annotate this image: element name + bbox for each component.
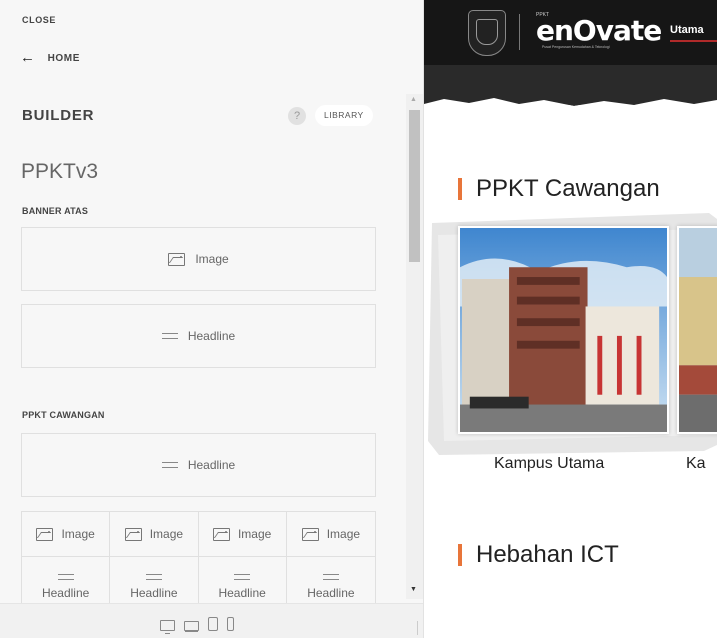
image-icon [212, 527, 230, 541]
grid-headline-block[interactable]: Headline [110, 556, 199, 604]
block-label: Headline [187, 458, 236, 472]
scroll-down-icon[interactable]: ▼ [410, 586, 417, 593]
scrollbar-thumb[interactable] [409, 110, 420, 262]
home-link[interactable]: ← HOME [20, 49, 81, 66]
library-button[interactable]: LIBRARY [315, 105, 373, 126]
grid-image-block[interactable]: Image [286, 512, 375, 556]
tablet-icon[interactable] [208, 617, 218, 631]
block-label: Image [237, 527, 272, 541]
block-label: Headline [218, 585, 266, 600]
caption-second-campus: Ka [686, 455, 706, 472]
headline-icon [57, 573, 74, 580]
section-title-text: PPKT Cawangan [476, 175, 660, 202]
block-label: Image [326, 527, 361, 541]
title-accent-bar [458, 178, 462, 200]
torn-edge [424, 92, 717, 112]
builder-panel: CLOSE ← HOME BUILDER ? LIBRARY PPKTv3 BA… [0, 0, 424, 638]
campus-photo-kampus-utama[interactable] [458, 226, 669, 434]
scroll-up-icon[interactable]: ▲ [410, 96, 417, 103]
page-name: PPKTv3 [21, 160, 99, 183]
title-accent-bar [458, 544, 462, 566]
nav-item-utama[interactable]: Utama [670, 24, 704, 36]
home-label: HOME [47, 52, 81, 64]
block-label: Image [149, 527, 184, 541]
block-label: Headline [307, 585, 355, 600]
section-label-banner-atas: BANNER ATAS [22, 206, 89, 216]
caption-kampus-utama: Kampus Utama [494, 455, 605, 472]
site-preview: PPKT enOvate Pusat Pengurusan Kemudahan … [424, 0, 717, 638]
grid-headline-block[interactable]: Headline [198, 556, 287, 604]
headline-icon [234, 573, 251, 580]
logo-subtitle: Pusat Pengurusan Kemudahan & Teknologi [542, 45, 610, 49]
panel-scrollbar[interactable]: ▲ ▼ [406, 94, 423, 599]
image-icon [168, 252, 186, 266]
grid-image-block[interactable]: Image [22, 512, 111, 556]
section-title-text: Hebahan ICT [476, 541, 619, 568]
phone-icon[interactable] [227, 617, 234, 631]
grid-image-block[interactable]: Image [110, 512, 199, 556]
grid-image-block[interactable]: Image [198, 512, 287, 556]
headline-block[interactable]: Headline [21, 433, 376, 497]
block-label: Headline [187, 329, 236, 343]
headline-icon [161, 462, 178, 468]
grid-headline-block[interactable]: Headline [22, 556, 111, 604]
column-grid: Image Image Image Image Headline Headlin… [21, 511, 376, 604]
headline-block[interactable]: Headline [21, 304, 376, 368]
block-label: Headline [41, 585, 90, 600]
arrow-left-icon: ← [20, 49, 36, 66]
block-label: Headline [130, 585, 178, 600]
footer-divider [417, 621, 418, 635]
header-divider [519, 14, 520, 50]
close-button[interactable]: CLOSE [22, 15, 56, 25]
section-label-ppkt-cawangan: PPKT CAWANGAN [22, 410, 105, 420]
logo-wordmark: enOvate [536, 14, 662, 47]
builder-title: BUILDER [22, 107, 95, 124]
help-button[interactable]: ? [288, 107, 306, 125]
laptop-icon[interactable] [184, 621, 199, 631]
university-crest-logo [468, 10, 506, 56]
headline-icon [322, 573, 339, 580]
grid-headline-block[interactable]: Headline [286, 556, 375, 604]
image-icon [301, 527, 319, 541]
block-label: Image [195, 252, 229, 266]
section-title-hebahan-ict: Hebahan ICT [458, 541, 619, 569]
device-switcher [160, 617, 234, 634]
headline-icon [145, 573, 162, 580]
headline-icon [161, 333, 178, 339]
campus-photo-second[interactable] [677, 226, 717, 434]
desktop-icon[interactable] [160, 620, 175, 634]
nav-active-underline [670, 40, 717, 42]
section-title-ppkt-cawangan: PPKT Cawangan [458, 175, 660, 203]
block-label: Image [61, 527, 95, 541]
image-block[interactable]: Image [21, 227, 376, 291]
image-icon [124, 527, 142, 541]
image-icon [36, 527, 54, 541]
